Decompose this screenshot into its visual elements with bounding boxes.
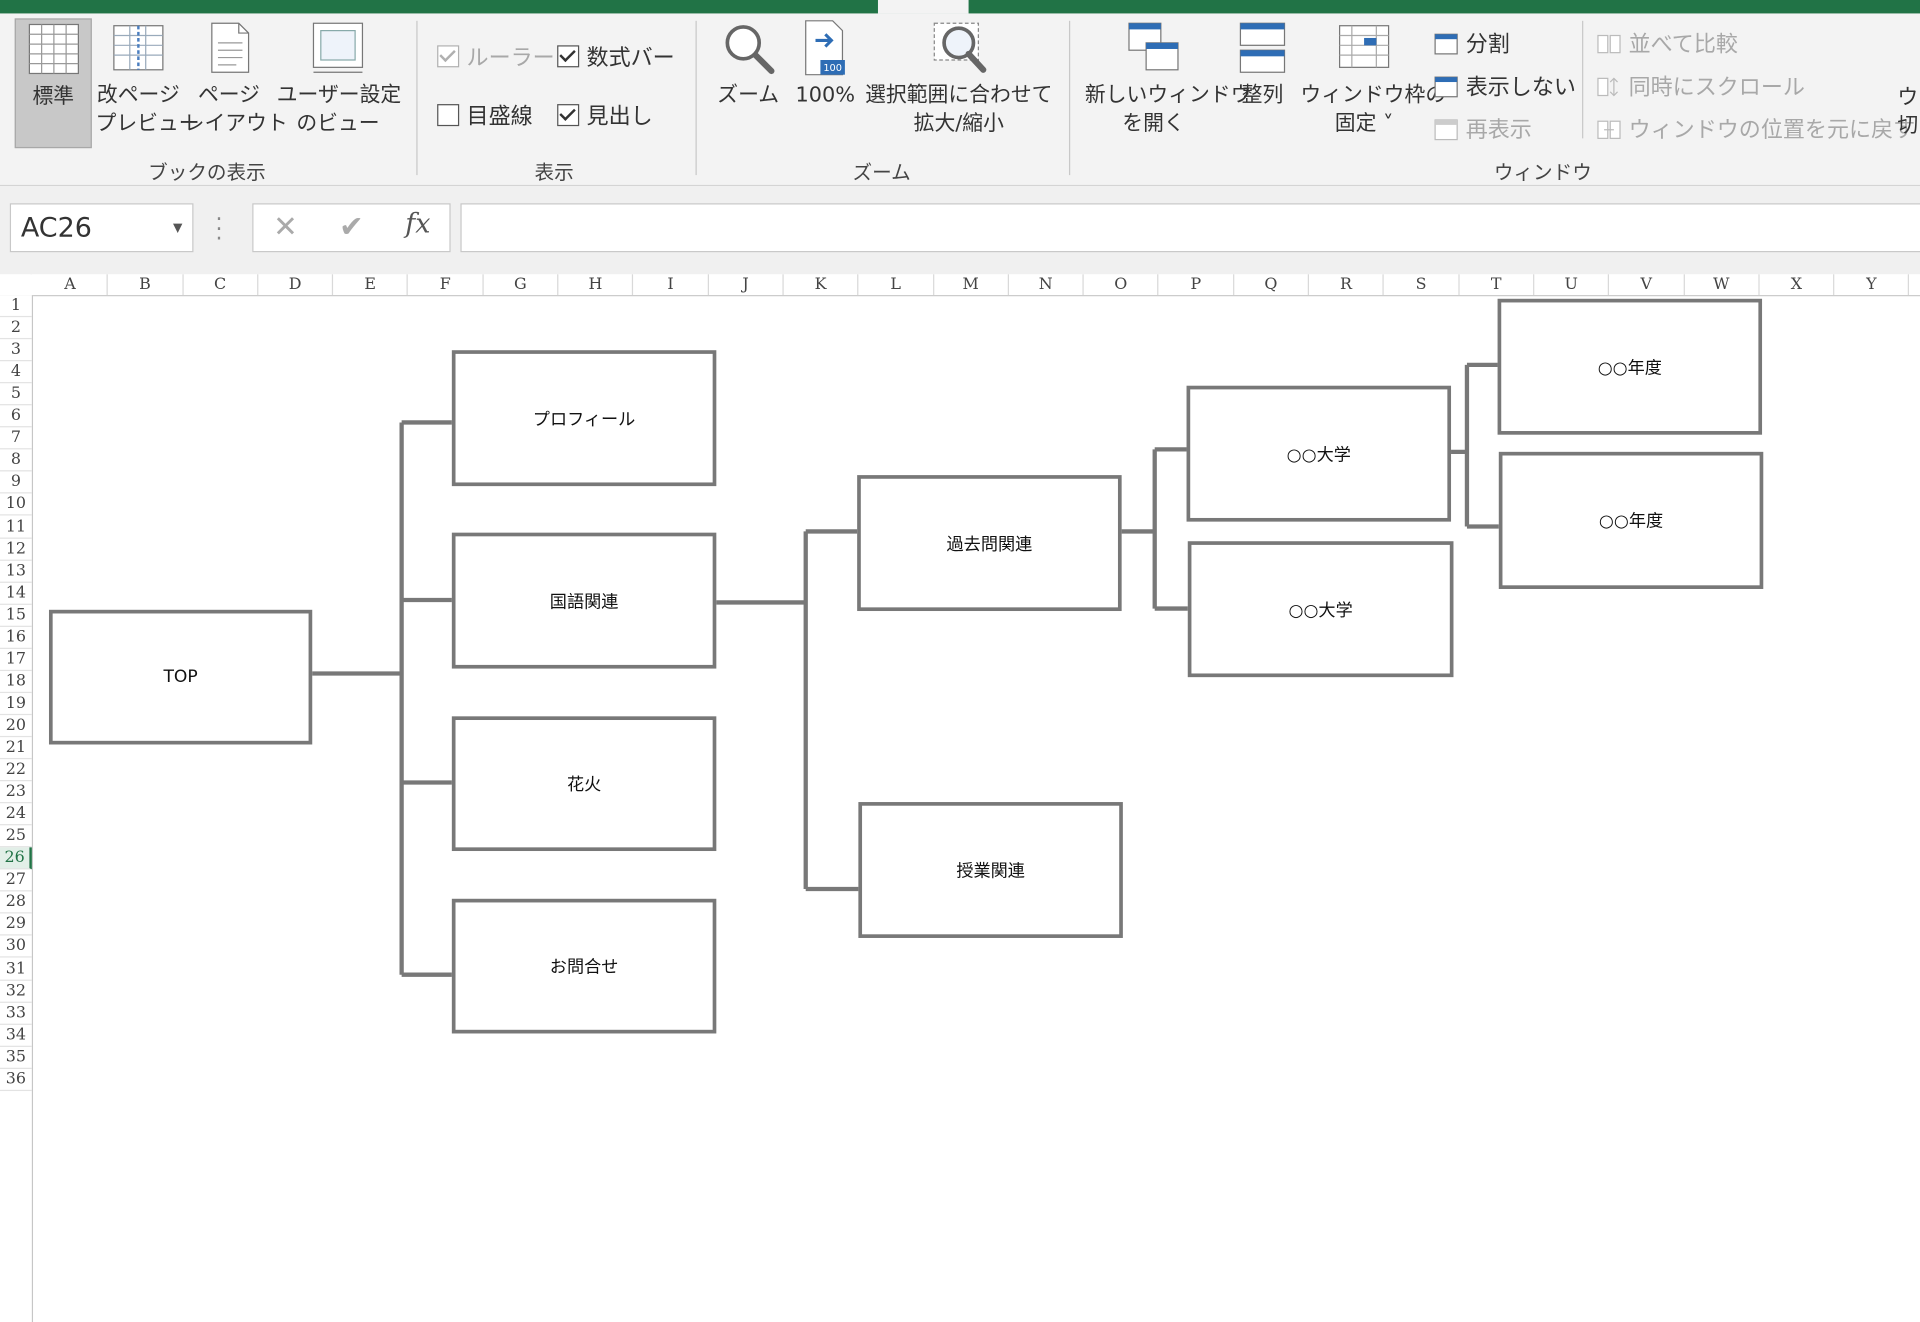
- node-year-1-label: ○○年度: [1597, 358, 1662, 378]
- node-top[interactable]: TOP: [48, 609, 313, 745]
- node-univ-1-label: ○○大学: [1286, 445, 1351, 465]
- node-year-2-label: ○○年度: [1598, 511, 1664, 532]
- node-hanabi[interactable]: 花火: [451, 716, 717, 852]
- node-jugyo-label: 授業関連: [956, 861, 1025, 882]
- node-profile[interactable]: プロフィール: [451, 350, 717, 487]
- node-kokugo[interactable]: 国語関連: [451, 532, 717, 669]
- node-jugyo[interactable]: 授業関連: [858, 802, 1123, 938]
- node-kakomon[interactable]: 過去問関連: [857, 475, 1122, 612]
- node-univ-2-label: ○○大学: [1288, 600, 1353, 621]
- node-top-label: TOP: [163, 667, 198, 687]
- excel-window: 標準 改ページ プレビュー ページ レイアウト ユーザー設定 のビュー ブックの…: [0, 0, 1920, 1322]
- node-hanabi-label: 花火: [566, 775, 602, 795]
- node-univ-1[interactable]: ○○大学: [1186, 385, 1452, 522]
- node-contact[interactable]: お問合せ: [451, 898, 717, 1034]
- node-year-2[interactable]: ○○年度: [1498, 451, 1764, 589]
- node-univ-2[interactable]: ○○大学: [1187, 541, 1454, 678]
- node-kokugo-label: 国語関連: [549, 592, 619, 612]
- node-profile-label: プロフィール: [532, 409, 636, 430]
- node-year-1[interactable]: ○○年度: [1497, 298, 1763, 435]
- node-contact-label: お問合せ: [549, 957, 619, 978]
- node-kakomon-label: 過去問関連: [946, 534, 1033, 555]
